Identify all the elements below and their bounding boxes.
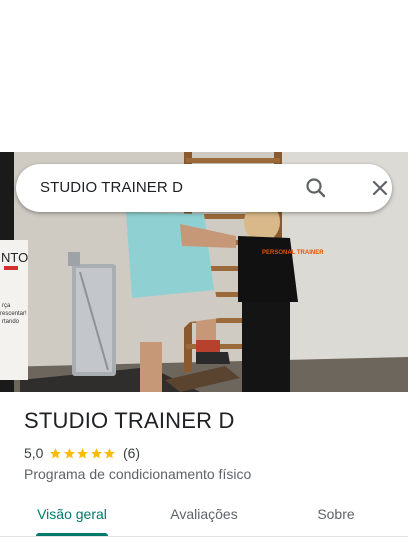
star-icon bbox=[104, 447, 116, 458]
place-tabs: Visão geral Avaliações Sobre bbox=[0, 496, 408, 536]
star-icon bbox=[64, 447, 75, 458]
shirt-print: PERSONAL TRAINER bbox=[262, 250, 324, 256]
close-icon bbox=[372, 180, 388, 196]
wall-sign-line-2: rça bbox=[2, 303, 11, 309]
search-bar[interactable]: STUDIO TRAINER D bbox=[16, 164, 392, 212]
top-blank-area bbox=[0, 0, 408, 152]
wall-sign-line-4: rtando bbox=[2, 319, 20, 325]
place-title: STUDIO TRAINER D bbox=[24, 408, 235, 433]
tabs-divider bbox=[0, 536, 408, 537]
wall-sign-line-3: rescentar! bbox=[0, 311, 27, 317]
star-icon bbox=[50, 447, 62, 458]
rating-value: 5,0 bbox=[24, 445, 44, 461]
rating-row[interactable]: 5,0 (6) bbox=[24, 444, 140, 462]
wall-sign-line-1: NTO bbox=[1, 250, 28, 265]
close-button[interactable] bbox=[366, 174, 394, 202]
search-icon bbox=[306, 178, 326, 198]
place-category: Programa de condicionamento físico bbox=[24, 466, 252, 482]
tab-about[interactable]: Sobre bbox=[288, 496, 384, 532]
star-rating bbox=[49, 447, 117, 460]
review-count[interactable]: (6) bbox=[123, 445, 140, 461]
star-icon bbox=[91, 447, 102, 458]
wall-sign-stripe bbox=[4, 266, 18, 270]
star-icon bbox=[77, 447, 89, 458]
tab-overview[interactable]: Visão geral bbox=[24, 496, 120, 532]
tab-reviews[interactable]: Avaliações bbox=[156, 496, 252, 532]
search-input[interactable]: STUDIO TRAINER D bbox=[40, 164, 183, 212]
search-button[interactable] bbox=[302, 174, 330, 202]
